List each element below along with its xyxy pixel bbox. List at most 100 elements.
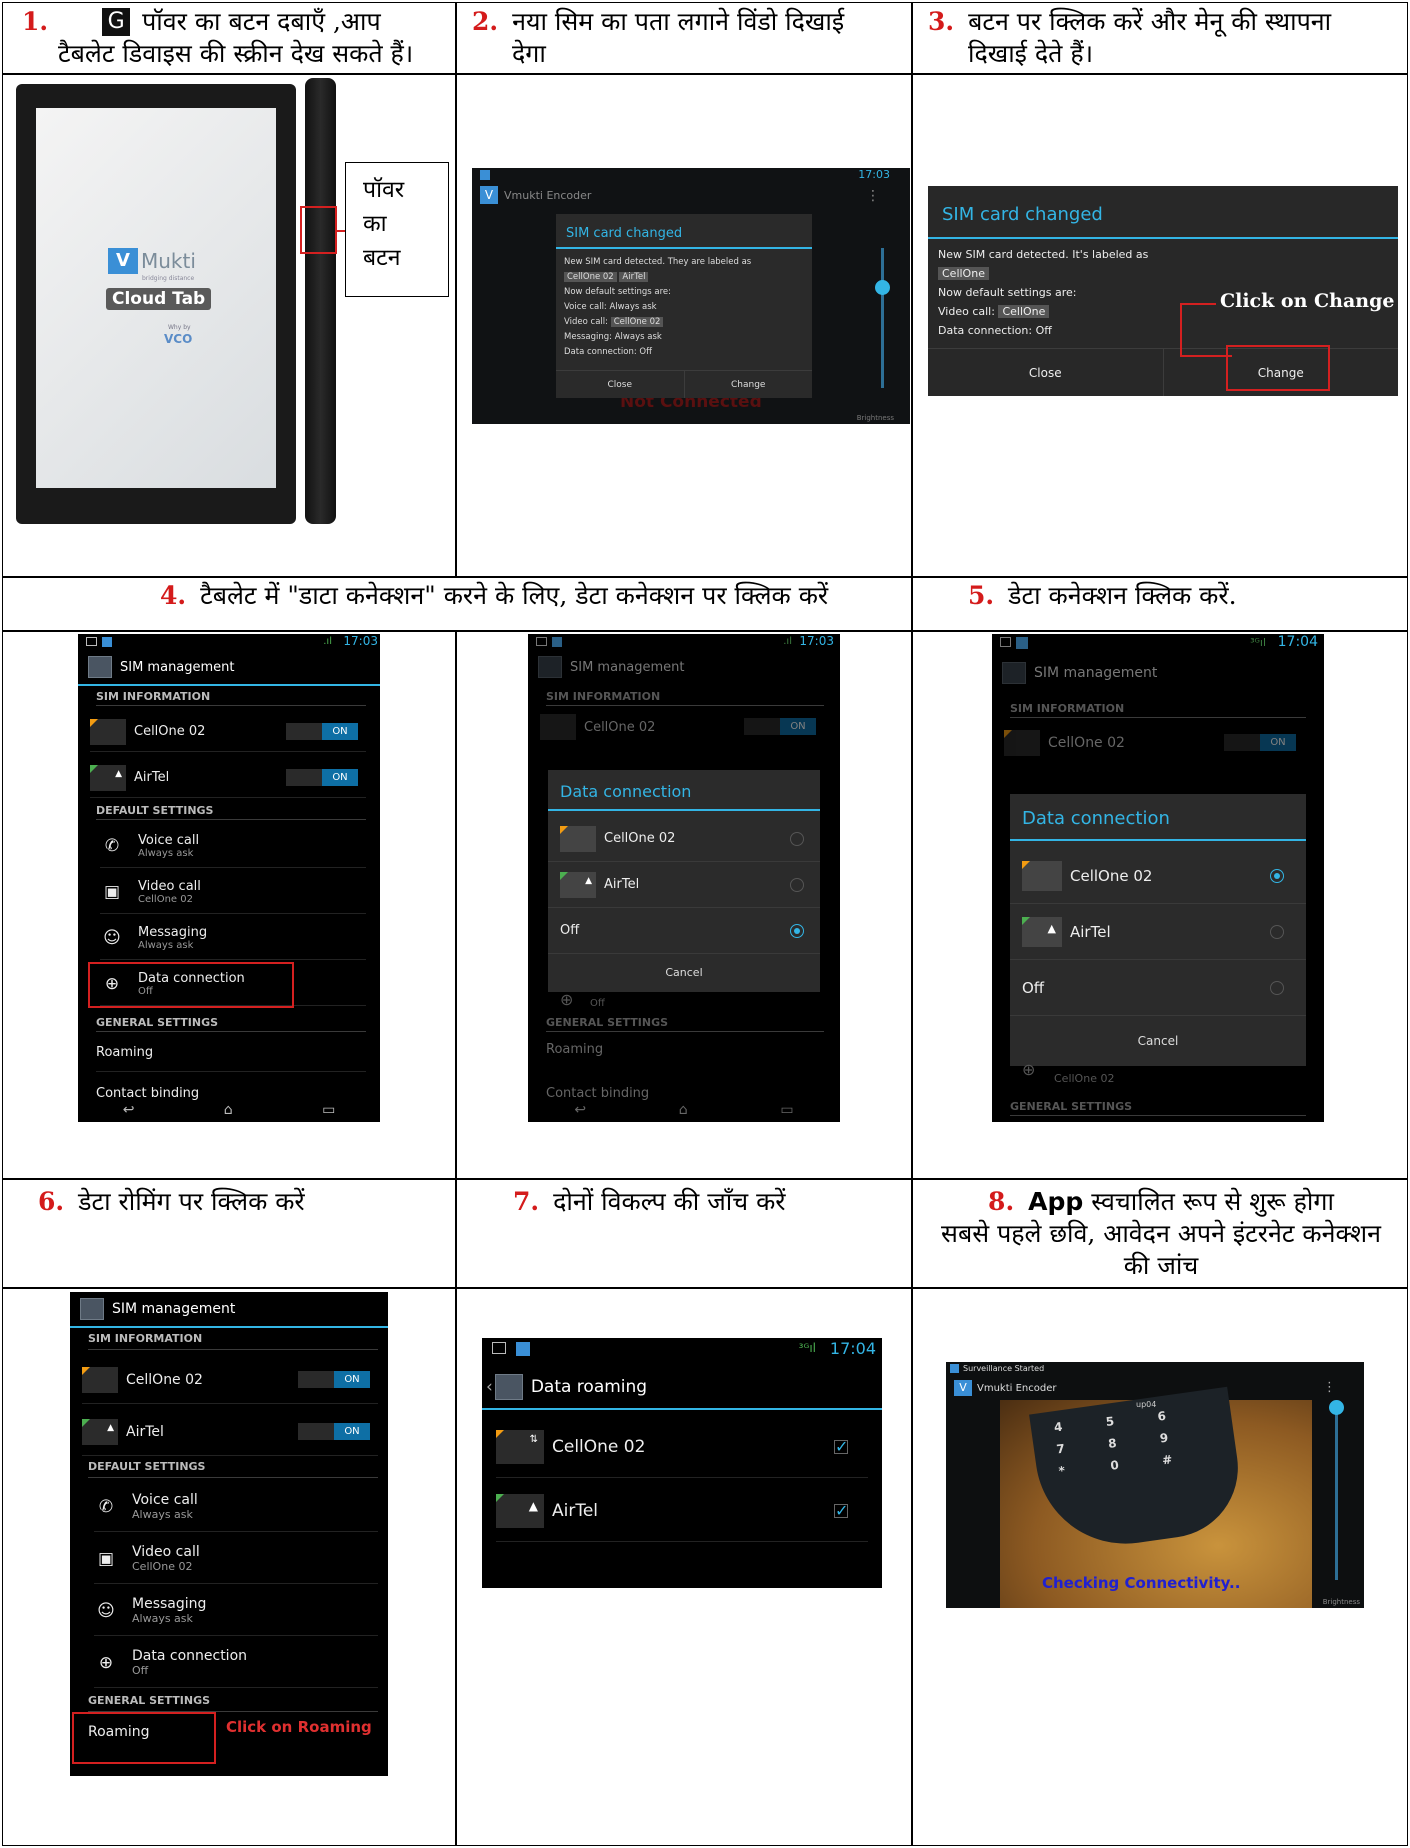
data-connection-selected-screen: ³ᴳıl 17:04 SIM management SIM INFORMATIO… <box>992 634 1324 1122</box>
sim-changed-dialog: SIM card changed New SIM card detected. … <box>556 214 812 398</box>
power-glyph-icon: G <box>102 8 131 36</box>
sim-settings-icon <box>88 656 112 678</box>
radio-off[interactable] <box>1270 981 1284 995</box>
voice-call-row[interactable]: ✆ Voice call Always ask <box>100 824 366 868</box>
sim-management-screen-roaming: SIM management SIM INFORMATION CellOne 0… <box>70 1292 388 1776</box>
voice-call-row[interactable]: ✆ Voice call Always ask <box>94 1482 378 1532</box>
action-bar: SIM management <box>538 656 685 678</box>
messaging-row[interactable]: ☺ Messaging Always ask <box>94 1586 378 1636</box>
overflow-menu-icon[interactable]: ⋮ <box>866 188 880 204</box>
row-divider-1 <box>2 73 1408 75</box>
brightness-thumb[interactable] <box>1329 1400 1344 1415</box>
option-off[interactable]: Off <box>548 908 820 954</box>
option-cellone[interactable]: CellOne 02 <box>1010 848 1306 904</box>
recent-apps-icon[interactable]: ▭ <box>322 1102 335 1122</box>
overflow-menu-icon[interactable]: ⋮ <box>1323 1380 1336 1395</box>
image-notif-icon <box>492 1342 506 1354</box>
page-title: SIM management <box>112 1301 236 1317</box>
change-button[interactable]: Change <box>685 371 813 398</box>
cloud-tab-badge: Cloud Tab <box>106 288 212 310</box>
brightness-slider[interactable] <box>881 248 884 388</box>
roaming-option-airtel[interactable]: ▲ AirTel ✓ <box>496 1480 868 1542</box>
data-connection-row[interactable]: ⊕ Data connection Off <box>94 1638 378 1688</box>
image-notif-icon <box>536 637 547 646</box>
cancel-button[interactable]: Cancel <box>548 954 820 992</box>
sim-row-cellone[interactable]: CellOne 02 ON <box>90 712 366 752</box>
brightness-thumb[interactable] <box>875 280 890 295</box>
video-call-row[interactable]: ▣ Video call CellOne 02 <box>94 1534 378 1584</box>
back-icon[interactable]: ↩ <box>574 1102 586 1122</box>
app-notif-icon <box>552 637 562 647</box>
sim-card-icon <box>82 1366 118 1393</box>
sim-toggle: ON <box>1224 734 1296 751</box>
radio-cellone[interactable] <box>790 832 804 846</box>
status-overlay: Checking Connectivity.. <box>1042 1574 1241 1592</box>
mukti-logo: V Mukti <box>108 248 196 274</box>
sim-settings-icon <box>494 1374 523 1400</box>
nav-bar: ↩ ⌂ ▭ <box>78 1102 380 1122</box>
option-airtel[interactable]: ▲ AirTel <box>1010 904 1306 960</box>
back-chevron-icon[interactable]: ‹ <box>486 1377 493 1397</box>
option-airtel[interactable]: ▲ AirTel <box>548 862 820 908</box>
roaming-option-cellone[interactable]: ⇅ CellOne 02 ✓ <box>496 1416 868 1478</box>
close-button[interactable]: Close <box>928 349 1164 396</box>
video-call-icon: ▣ <box>97 1548 115 1569</box>
action-bar: SIM management <box>88 656 235 678</box>
home-icon[interactable]: ⌂ <box>224 1102 233 1122</box>
action-bar-divider <box>482 1408 882 1410</box>
back-icon[interactable]: ↩ <box>123 1102 135 1122</box>
step-1-header: 1. G पॉवर का बटन दबाएँ ,आप टैबलेट डिवाइस… <box>22 7 414 68</box>
close-button[interactable]: Close <box>556 371 685 398</box>
radio-airtel[interactable] <box>1270 925 1284 939</box>
message-icon: ☺ <box>103 927 121 948</box>
sim-management-screen-b: .ıl 17:03 SIM management SIM INFORMATION… <box>528 634 840 1122</box>
sim-row-cellone[interactable]: CellOne 02 ON <box>82 1356 378 1404</box>
sim-toggle[interactable]: ON <box>298 1371 370 1388</box>
sim-card-icon: ▲ <box>560 871 596 898</box>
roaming-row[interactable]: Roaming <box>96 1034 366 1072</box>
radio-airtel[interactable] <box>790 878 804 892</box>
data-connection-dialog: Data connection CellOne 02 ▲ AirTel Off … <box>1010 794 1306 1066</box>
brightness-slider[interactable] <box>1335 1402 1338 1580</box>
sim-toggle[interactable]: ON <box>286 723 358 740</box>
checkbox-cellone[interactable]: ✓ <box>834 1439 848 1455</box>
change-annotation-line-h <box>1180 303 1216 305</box>
video-call-row[interactable]: ▣ Video call CellOne 02 <box>100 870 366 914</box>
signal-icon: .ıl <box>323 636 332 647</box>
sim-row-airtel[interactable]: ▲ AirTel ON <box>90 758 366 798</box>
sim-row-airtel[interactable]: ▲ AirTel ON <box>82 1408 378 1456</box>
sim-card-icon: ▲ <box>82 1418 118 1445</box>
tablet-side-photo <box>305 78 336 524</box>
home-icon[interactable]: ⌂ <box>679 1102 688 1122</box>
radio-cellone[interactable] <box>1270 869 1284 883</box>
message-icon: ☺ <box>97 1600 115 1621</box>
radio-off[interactable] <box>790 924 804 938</box>
col-divider-1 <box>455 2 457 577</box>
change-button-highlight <box>1226 345 1330 391</box>
status-bar: ³ᴳıl 17:04 <box>992 634 1324 652</box>
sim-toggle[interactable]: ON <box>298 1423 370 1440</box>
messaging-row[interactable]: ☺ Messaging Always ask <box>100 916 366 960</box>
sim-toggle[interactable]: ON <box>286 769 358 786</box>
contact-binding-row[interactable]: Contact binding <box>96 1086 199 1101</box>
status-bar: ³ᴳıl 17:04 <box>482 1338 882 1360</box>
app-notif-icon <box>1016 637 1028 649</box>
app-notif-icon <box>102 637 112 647</box>
row-divider-4 <box>2 1178 1408 1180</box>
phone-icon: ✆ <box>98 1496 114 1517</box>
vmukti-app-icon: V <box>480 186 498 204</box>
tablet-screen: V Mukti bridging distance Cloud Tab Why … <box>36 108 276 488</box>
option-off[interactable]: Off <box>1010 960 1306 1016</box>
app-notif-icon <box>950 1364 959 1373</box>
option-cellone[interactable]: CellOne 02 <box>548 816 820 862</box>
col-divider-2 <box>911 2 913 577</box>
sim-card-icon: ▲ <box>90 764 126 791</box>
cancel-button[interactable]: Cancel <box>1010 1016 1306 1066</box>
recent-apps-icon[interactable]: ▭ <box>780 1102 793 1122</box>
change-annotation-line-b <box>1180 355 1232 357</box>
col-divider-4 <box>455 630 457 1846</box>
checkbox-airtel[interactable]: ✓ <box>834 1503 848 1519</box>
step-3-header: 3. बटन पर क्लिक करें और मेनू की स्थापना द… <box>928 7 1332 68</box>
step-6-header: 6. डेटा रोमिंग पर क्लिक करें <box>38 1187 305 1216</box>
step-4-header: 4. टैबलेट में "डाटा कनेक्शन" करने के लिए,… <box>160 581 829 610</box>
